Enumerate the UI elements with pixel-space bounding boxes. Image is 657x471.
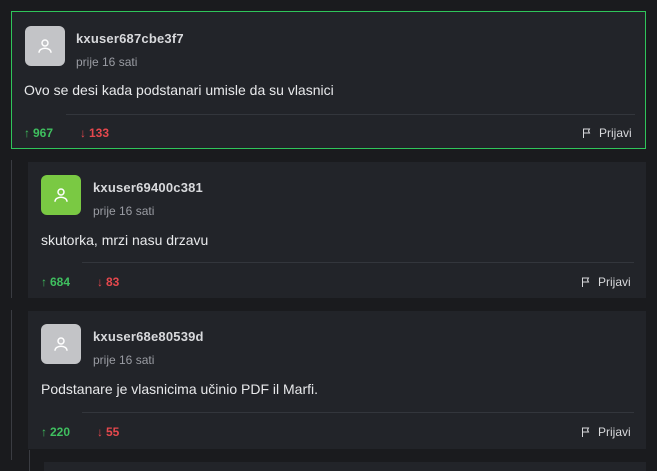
comment-time: prije 16 sati <box>93 353 155 367</box>
downvote-button[interactable]: ↓ 83 <box>97 275 119 289</box>
comment-text: Podstanare je vlasnicima učinio PDF il M… <box>41 381 318 397</box>
comment-card: kxuser68e80539d prije 16 sati Podstanare… <box>28 311 646 449</box>
upvote-button[interactable]: ↑ 684 <box>41 275 70 289</box>
flag-icon <box>582 427 590 437</box>
divider <box>66 114 635 115</box>
arrow-up-icon: ↑ <box>24 126 30 140</box>
downvote-count: 83 <box>106 275 120 289</box>
upvote-count: 220 <box>50 425 71 439</box>
upvote-count: 684 <box>50 275 71 289</box>
thread-line <box>11 310 12 460</box>
downvote-count: 133 <box>89 126 110 140</box>
comment-text: skutorka, mrzi nasu drzavu <box>41 232 209 248</box>
divider <box>82 412 634 413</box>
arrow-down-icon: ↓ <box>97 275 103 289</box>
user-icon <box>54 337 68 351</box>
upvote-button[interactable]: ↑ 967 <box>24 126 53 140</box>
report-label: Prijavi <box>598 275 631 289</box>
comment-card-partial <box>44 462 646 471</box>
thread-line <box>11 160 12 298</box>
divider <box>82 262 634 263</box>
report-button[interactable]: Prijavi <box>580 275 631 289</box>
flag-icon <box>582 277 590 287</box>
avatar[interactable] <box>41 324 81 364</box>
comment-text: Ovo se desi kada podstanari umisle da su… <box>24 82 334 98</box>
report-button[interactable]: Prijavi <box>581 126 632 140</box>
comment-username[interactable]: kxuser68e80539d <box>93 329 204 344</box>
user-icon <box>38 39 52 53</box>
downvote-button[interactable]: ↓ 55 <box>97 425 119 439</box>
avatar[interactable] <box>25 26 65 66</box>
upvote-button[interactable]: ↑ 220 <box>41 425 70 439</box>
downvote-count: 55 <box>106 425 120 439</box>
flag-icon <box>583 128 591 138</box>
arrow-up-icon: ↑ <box>41 275 47 289</box>
avatar[interactable] <box>41 175 81 215</box>
comment-time: prije 16 sati <box>93 204 155 218</box>
downvote-button[interactable]: ↓ 133 <box>80 126 109 140</box>
arrow-down-icon: ↓ <box>80 126 86 140</box>
comment-card: kxuser69400c381 prije 16 sati skutorka, … <box>28 162 646 298</box>
report-label: Prijavi <box>598 425 631 439</box>
upvote-count: 967 <box>33 126 54 140</box>
comment-username[interactable]: kxuser69400c381 <box>93 180 203 195</box>
comment-card: kxuser687cbe3f7 prije 16 sati Ovo se des… <box>11 11 646 149</box>
arrow-up-icon: ↑ <box>41 425 47 439</box>
comment-time: prije 16 sati <box>76 55 138 69</box>
thread-line <box>29 450 30 471</box>
comment-username[interactable]: kxuser687cbe3f7 <box>76 31 184 46</box>
report-label: Prijavi <box>599 126 632 140</box>
user-icon <box>54 188 68 202</box>
report-button[interactable]: Prijavi <box>580 425 631 439</box>
arrow-down-icon: ↓ <box>97 425 103 439</box>
